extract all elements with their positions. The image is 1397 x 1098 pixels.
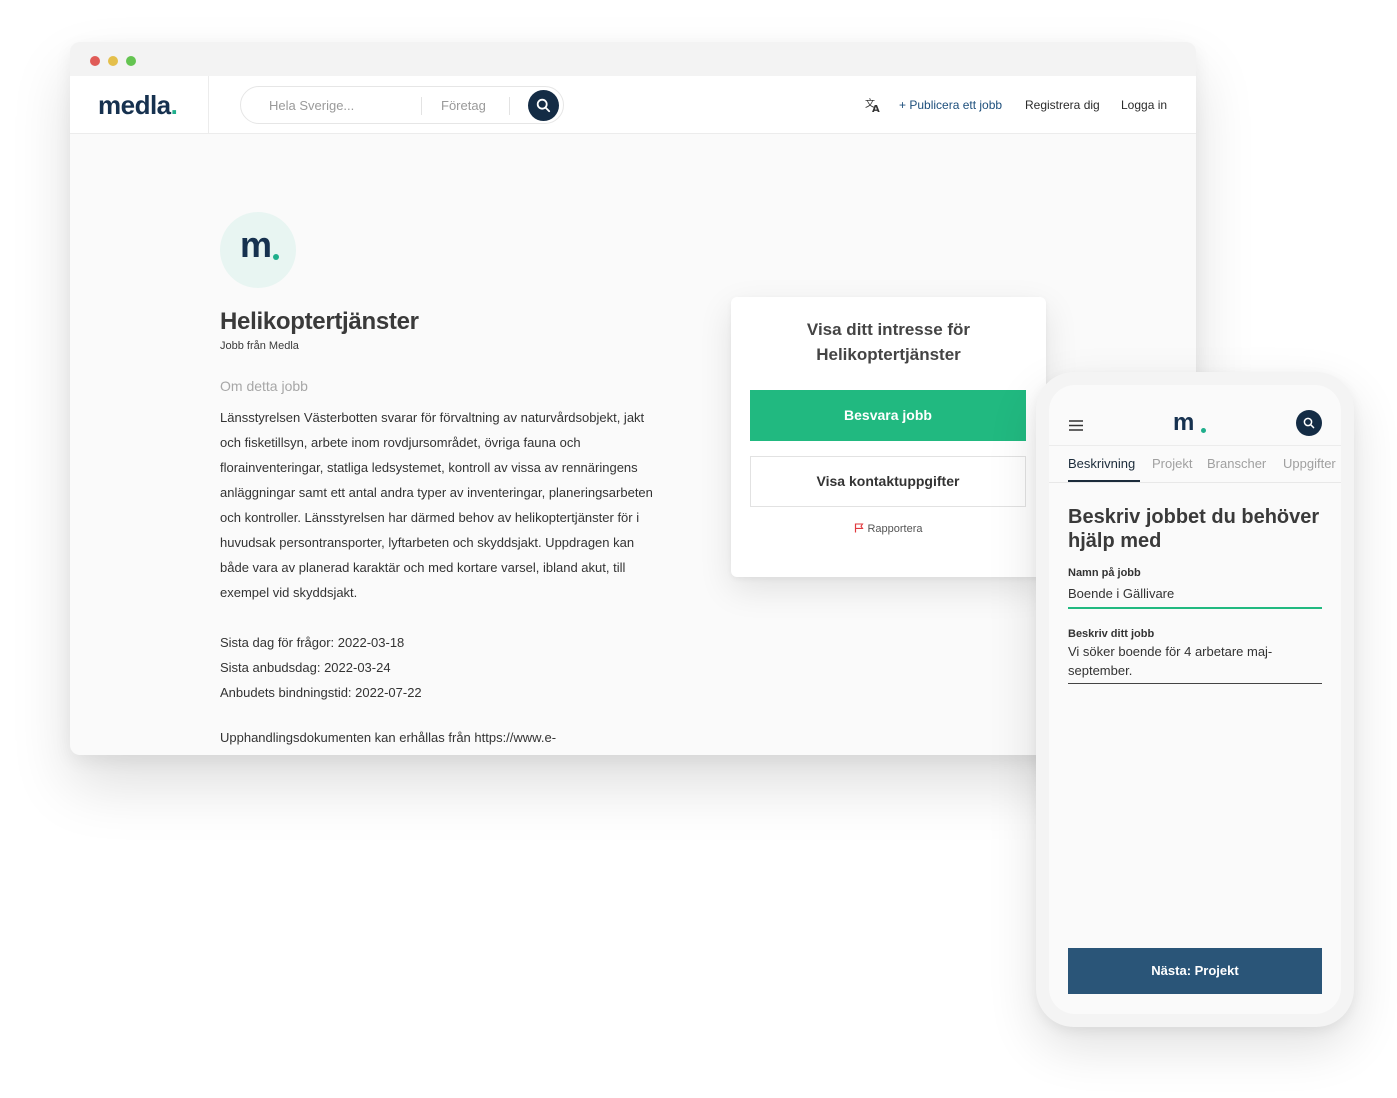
report-label: Rapportera <box>867 523 923 535</box>
report-link[interactable]: Rapportera <box>731 523 1046 535</box>
description-line: Länsstyrelsen Västerbotten svarar för fö… <box>220 410 645 425</box>
phone-search-button[interactable] <box>1296 410 1322 436</box>
form-heading: Beskriv jobbet du behöver hjälp med <box>1068 506 1320 552</box>
job-name-label: Namn på jobb <box>1068 567 1141 579</box>
search-divider <box>509 97 510 115</box>
binding-period: Anbudets bindningstid: 2022-07-22 <box>220 685 422 700</box>
avatar-logo-dot <box>273 254 279 260</box>
interest-card-title: Visa ditt intresse för Helikoptertjänste… <box>806 320 971 364</box>
search-divider <box>421 97 422 115</box>
translate-icon[interactable]: 文 A <box>864 96 882 114</box>
answer-job-button[interactable]: Besvara jobb <box>750 390 1026 441</box>
publish-job-link[interactable]: + Publicera ett jobb <box>899 98 1002 112</box>
description-line: huvudsak persontransporter, lyftarbeten … <box>220 535 635 550</box>
hamburger-menu-icon[interactable] <box>1069 420 1083 431</box>
job-source: Jobb från Medla <box>220 340 299 352</box>
description-line: exempel vid skyddsjakt. <box>220 585 358 600</box>
site-header: medla. Hela Sverige... Företag 文 A + Pub… <box>70 76 1196 134</box>
maximize-window-button[interactable] <box>126 56 136 66</box>
interest-card: Visa ditt intresse för Helikoptertjänste… <box>731 297 1046 577</box>
questions-deadline: Sista dag för frågor: 2022-03-18 <box>220 635 405 650</box>
active-tab-indicator <box>1068 480 1140 482</box>
close-window-button[interactable] <box>90 56 100 66</box>
location-search-input[interactable]: Hela Sverige... <box>269 98 354 113</box>
avatar-logo-letter: m <box>240 224 273 265</box>
job-deadlines: Sista dag för frågor: 2022-03-18 Sista a… <box>220 630 422 705</box>
tab-beskrivning[interactable]: Beskrivning <box>1068 456 1135 471</box>
show-contact-button[interactable]: Visa kontaktuppgifter <box>750 456 1026 507</box>
description-line: och fisketillsyn, arbete inom rovdjursom… <box>220 435 581 450</box>
phone-logo-dot <box>1201 428 1206 433</box>
window-titlebar <box>70 42 1196 76</box>
search-icon <box>1303 417 1315 429</box>
logo-container: medla. <box>70 76 209 133</box>
phone-mockup: m Beskrivning Projekt Branscher Uppgifte… <box>1036 372 1354 1027</box>
bid-deadline: Sista anbudsdag: 2022-03-24 <box>220 660 391 675</box>
job-name-underline <box>1068 607 1322 609</box>
next-project-button[interactable]: Nästa: Projekt <box>1068 948 1322 994</box>
phone-logo[interactable]: m <box>1173 409 1194 437</box>
company-search-input[interactable]: Företag <box>441 98 486 113</box>
about-heading: Om detta jobb <box>220 378 308 394</box>
job-description-label: Beskriv ditt jobb <box>1068 628 1155 640</box>
register-link[interactable]: Registrera dig <box>1025 98 1100 112</box>
tab-uppgifter[interactable]: Uppgifter <box>1283 456 1336 471</box>
login-link[interactable]: Logga in <box>1121 98 1167 112</box>
job-description-input[interactable]: Vi söker boende för 4 arbetare maj-septe… <box>1068 642 1308 680</box>
search-bar: Hela Sverige... Företag <box>240 86 564 124</box>
description-line: och kontroller. Länsstyrelsen har därmed… <box>220 510 640 525</box>
search-button[interactable] <box>528 90 559 121</box>
medla-logo[interactable]: medla. <box>98 90 178 121</box>
job-description: Länsstyrelsen Västerbotten svarar för fö… <box>220 405 720 605</box>
description-line: florainventeringar, statliga ledsystemet… <box>220 460 638 475</box>
flag-icon <box>855 523 865 533</box>
search-icon <box>536 98 551 113</box>
job-title: Helikoptertjänster <box>220 308 419 335</box>
description-line: anläggningar samt ett antal andra typer … <box>220 485 653 500</box>
job-name-input[interactable]: Boende i Gällivare <box>1068 586 1174 601</box>
description-line: både vara av planerad karaktär och med k… <box>220 560 626 575</box>
phone-tabs: Beskrivning Projekt Branscher Uppgifter <box>1049 445 1341 483</box>
documents-info: Upphandlingsdokumenten kan erhållas från… <box>220 730 557 745</box>
company-avatar: m <box>220 212 296 288</box>
tab-branscher[interactable]: Branscher <box>1207 456 1266 471</box>
minimize-window-button[interactable] <box>108 56 118 66</box>
tab-projekt[interactable]: Projekt <box>1152 456 1192 471</box>
svg-text:A: A <box>872 104 880 114</box>
phone-screen: m Beskrivning Projekt Branscher Uppgifte… <box>1049 385 1341 1014</box>
job-description-underline <box>1068 683 1322 684</box>
